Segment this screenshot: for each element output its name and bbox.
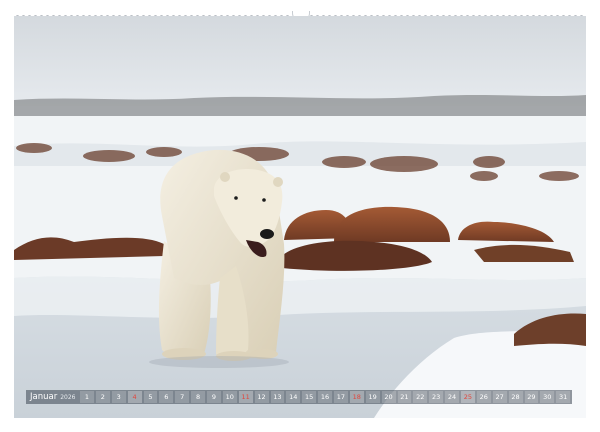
polar-bear-photo	[14, 16, 586, 418]
month-label: Januar 2026	[26, 392, 80, 402]
bear-shadow	[149, 356, 289, 368]
day-cell: 12	[254, 391, 269, 403]
day-cell: 25	[461, 391, 475, 403]
day-cell: 27	[492, 391, 507, 403]
day-cell: 4	[127, 391, 142, 403]
day-cell: 2	[95, 391, 110, 403]
day-cell: 24	[445, 391, 459, 403]
day-cell: 10	[222, 391, 237, 403]
day-cell: 26	[476, 391, 491, 403]
day-cell: 3	[111, 391, 126, 403]
calendar-photo	[14, 16, 586, 418]
day-cell: 29	[524, 391, 539, 403]
day-cell: 5	[143, 391, 158, 403]
year-label: 2026	[60, 394, 76, 401]
day-cell: 7	[175, 391, 190, 403]
day-cell: 28	[508, 391, 523, 403]
calendar-strip: Januar 2026 1 2 3 4 5 6 7 8 9 10 11 12 13 14 15 16 17 18 19…	[26, 390, 572, 404]
day-cell: 15	[302, 391, 317, 403]
day-cell: 1	[80, 391, 94, 403]
day-cell: 16	[318, 391, 332, 403]
day-cell: 22	[413, 391, 428, 403]
day-cell: 14	[286, 391, 301, 403]
day-cell: 30	[540, 391, 555, 403]
day-cell: 8	[191, 391, 205, 403]
sky	[14, 16, 586, 106]
day-cells: 1 2 3 4 5 6 7 8 9 10 11 12 13 14 15 16 17 18 19 20 21 22 23 24 2…	[80, 391, 572, 403]
day-cell: 17	[334, 391, 348, 403]
polar-bear	[158, 149, 285, 361]
day-cell: 11	[238, 391, 253, 403]
day-cell: 19	[365, 391, 380, 403]
day-cell: 31	[556, 391, 571, 403]
month-name: Januar	[30, 392, 58, 402]
day-cell: 9	[207, 391, 221, 403]
day-cell: 18	[349, 391, 364, 403]
day-cell: 23	[429, 391, 444, 403]
day-cell: 13	[270, 391, 285, 403]
day-cell: 21	[397, 391, 412, 403]
day-cell: 20	[381, 391, 396, 403]
day-cell: 6	[159, 391, 174, 403]
